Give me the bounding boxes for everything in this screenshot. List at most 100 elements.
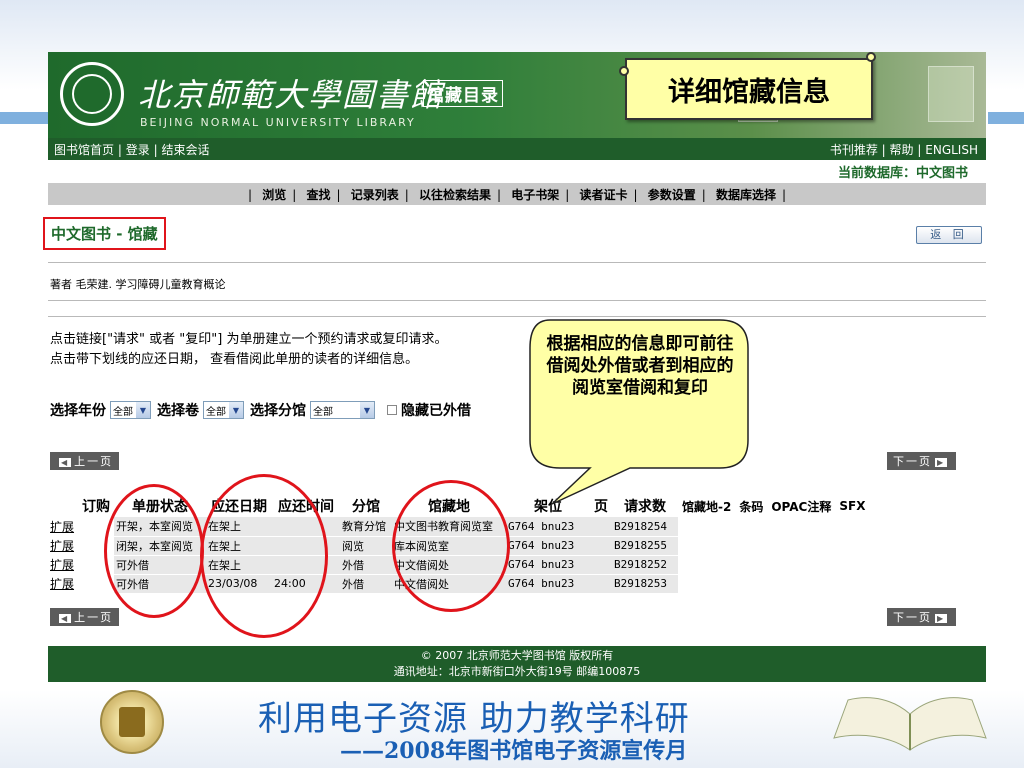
pushpin-icon bbox=[619, 66, 629, 76]
nav-separator: | bbox=[117, 143, 122, 157]
nav-english[interactable]: ENGLISH bbox=[925, 143, 978, 157]
cell-shelf: G764 bnu23 bbox=[506, 574, 590, 594]
cell-branch: 教育分馆 bbox=[340, 517, 392, 537]
volume-select[interactable]: 全部 ▼ bbox=[203, 401, 244, 419]
year-select-value: 全部 bbox=[113, 406, 133, 418]
arrow-left-icon: ◀ bbox=[59, 458, 72, 467]
year-label: 选择年份 bbox=[50, 403, 106, 419]
cell-expand-link[interactable]: 扩展 bbox=[48, 517, 114, 537]
slide-decor-bar-left bbox=[0, 112, 48, 124]
divider bbox=[48, 300, 986, 301]
pushpin-icon bbox=[866, 52, 876, 62]
cell-shelf: G764 bnu23 bbox=[506, 517, 590, 537]
nav-preferences[interactable]: 参数设置 bbox=[648, 188, 696, 202]
nav-recommend[interactable]: 书刊推荐 bbox=[830, 143, 878, 157]
chevron-down-icon: ▼ bbox=[360, 402, 374, 418]
prev-page-label: 上一页 bbox=[74, 611, 114, 624]
highlight-ring-status bbox=[104, 484, 204, 618]
instruction-line: 点击链接["请求" 或者 "复印"] 为单册建立一个预约请求或复印请求。 bbox=[50, 332, 448, 347]
next-page-button-bottom[interactable]: 下一页 ▶ bbox=[887, 608, 957, 626]
prev-page-button[interactable]: ◀ 上一页 bbox=[50, 452, 120, 470]
arrow-left-icon: ◀ bbox=[59, 614, 72, 623]
prev-page-button-bottom[interactable]: ◀ 上一页 bbox=[50, 608, 120, 626]
nav-database-select[interactable]: 数据库选择 bbox=[716, 188, 776, 202]
detail-callout-note: 详细馆藏信息 bbox=[625, 58, 873, 120]
arrow-right-icon: ▶ bbox=[935, 614, 948, 623]
cell-requests: B2918252 bbox=[612, 555, 678, 575]
nav-previous-searches[interactable]: 以往检索结果 bbox=[419, 188, 491, 202]
chevron-down-icon: ▼ bbox=[136, 402, 150, 418]
main-nav-bar: | 浏览 | 查找 | 记录列表 | 以往检索结果 | 电子书架 | 读者证卡 | 参数设置… bbox=[48, 183, 986, 205]
cell-requests: B2918254 bbox=[612, 517, 678, 537]
col-opac-note: OPAC注释 bbox=[771, 499, 832, 514]
library-name-cn: 北京師範大學圖書館 bbox=[138, 76, 445, 114]
highlight-ring-location bbox=[392, 480, 510, 612]
author-title-line: 著者 毛荣建. 学习障碍儿童教育概论 bbox=[50, 278, 226, 291]
nav-separator: | bbox=[247, 188, 253, 202]
cell-page bbox=[590, 536, 612, 556]
branch-label: 选择分馆 bbox=[250, 403, 306, 419]
nav-end-session[interactable]: 结束会话 bbox=[161, 143, 209, 157]
page-title: 中文图书 - 馆藏 bbox=[43, 217, 166, 250]
year-select[interactable]: 全部 ▼ bbox=[110, 401, 151, 419]
col-sfx: SFX bbox=[839, 499, 866, 513]
cell-empty bbox=[767, 536, 836, 556]
cell-shelf: G764 bnu23 bbox=[506, 555, 590, 575]
slide-subtitle: ——2008年图书馆电子资源宣传月 bbox=[340, 738, 688, 764]
col-order: 订购 bbox=[82, 499, 110, 515]
back-button[interactable]: 返 回 bbox=[916, 226, 982, 244]
cell-empty bbox=[767, 555, 836, 575]
nav-browse[interactable]: 浏览 bbox=[262, 188, 286, 202]
university-seal-logo bbox=[60, 62, 124, 126]
top-nav-bar: 图书馆首页 | 登录 | 结束会话 书刊推荐 | 帮助 | ENGLISH bbox=[48, 138, 986, 160]
page-footer: © 2007 北京师范大学图书馆 版权所有 通讯地址：北京市新街口外大街19号 … bbox=[48, 646, 986, 682]
cell-empty bbox=[678, 574, 736, 594]
cell-empty bbox=[767, 574, 836, 594]
cell-empty bbox=[678, 517, 736, 537]
col-branch: 分馆 bbox=[352, 499, 380, 515]
cell-empty bbox=[835, 517, 870, 537]
divider bbox=[48, 262, 986, 263]
nav-separator: | bbox=[153, 143, 158, 157]
nav-library-home[interactable]: 图书馆首页 bbox=[54, 143, 114, 157]
nav-separator: | bbox=[496, 188, 502, 202]
cell-empty bbox=[835, 574, 870, 594]
cell-empty bbox=[678, 536, 736, 556]
current-database: 当前数据库：中文图书 bbox=[837, 166, 968, 181]
cell-empty bbox=[678, 555, 736, 575]
nav-login[interactable]: 登录 bbox=[126, 143, 150, 157]
chevron-down-icon: ▼ bbox=[229, 402, 243, 418]
cell-branch: 外借 bbox=[340, 555, 392, 575]
hide-checked-out-checkbox[interactable] bbox=[387, 405, 397, 415]
nav-record-list[interactable]: 记录列表 bbox=[351, 188, 399, 202]
cell-empty bbox=[835, 555, 870, 575]
divider bbox=[48, 316, 986, 317]
nav-search[interactable]: 查找 bbox=[306, 188, 330, 202]
cell-shelf: G764 bnu23 bbox=[506, 536, 590, 556]
next-page-button[interactable]: 下一页 ▶ bbox=[887, 452, 957, 470]
cell-empty bbox=[735, 555, 768, 575]
slide-decor-bar-right bbox=[988, 112, 1024, 124]
address: 通讯地址：北京市新街口外大街19号 邮编100875 bbox=[393, 665, 641, 678]
branch-select-value: 全部 bbox=[313, 406, 333, 418]
nav-separator: | bbox=[701, 188, 706, 202]
filter-bar: 选择年份 全部 ▼ 选择卷 全部 ▼ 选择分馆 全部 ▼ 隐藏已外借 bbox=[50, 400, 471, 420]
cell-branch: 外借 bbox=[340, 574, 392, 594]
arrow-right-icon: ▶ bbox=[935, 458, 948, 467]
nav-help[interactable]: 帮助 bbox=[890, 143, 914, 157]
nav-ebookshelf[interactable]: 电子书架 bbox=[511, 188, 559, 202]
library-name-en: BEIJING NORMAL UNIVERSITY LIBRARY bbox=[140, 116, 416, 129]
branch-select[interactable]: 全部 ▼ bbox=[310, 401, 375, 419]
cell-requests: B2918253 bbox=[612, 574, 678, 594]
open-book-icon bbox=[833, 697, 987, 751]
cell-page bbox=[590, 555, 612, 575]
building-image bbox=[928, 66, 974, 122]
nav-separator: | bbox=[917, 143, 922, 157]
highlight-ring-due bbox=[200, 474, 328, 638]
cell-expand-link[interactable]: 扩展 bbox=[48, 574, 114, 594]
nav-reader-card[interactable]: 读者证卡 bbox=[579, 188, 627, 202]
nav-separator: | bbox=[881, 143, 886, 157]
cell-requests: B2918255 bbox=[612, 536, 678, 556]
cell-empty bbox=[735, 574, 768, 594]
next-page-label: 下一页 bbox=[893, 455, 932, 468]
